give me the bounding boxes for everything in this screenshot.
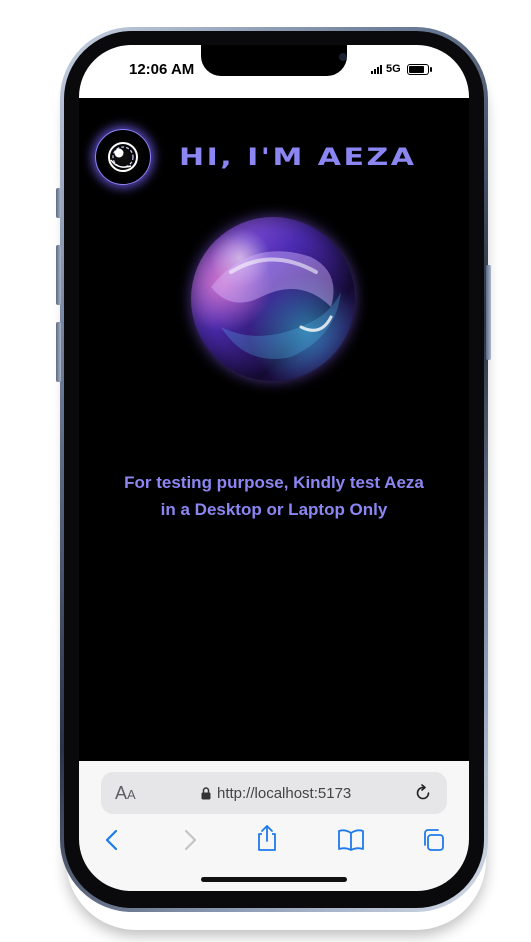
notch: [201, 45, 347, 76]
reload-icon[interactable]: [414, 784, 432, 807]
network-label: 5G: [386, 63, 401, 75]
status-time: 12:06 AM: [129, 61, 195, 78]
phone-screen: 12:06 AM 5G HI, I'M AEZA For testing pur…: [79, 45, 469, 891]
message-line-1: For testing purpose, Kindly test Aeza: [124, 473, 424, 492]
text-size-large: A: [115, 783, 128, 803]
tabs-icon[interactable]: [421, 828, 445, 857]
chevron-right-icon[interactable]: [181, 828, 199, 857]
share-icon[interactable]: [255, 824, 279, 857]
volume-down-button: [56, 322, 61, 382]
book-icon[interactable]: [337, 828, 365, 857]
text-size-button[interactable]: AA: [115, 783, 136, 804]
chevron-left-icon[interactable]: [103, 828, 121, 857]
address-bar[interactable]: AA http://localhost:5173: [101, 772, 447, 814]
home-indicator: [201, 877, 347, 882]
signal-icon: [371, 64, 382, 74]
status-bar: 12:06 AM 5G: [79, 45, 469, 98]
volume-up-button: [56, 245, 61, 305]
glass-orb: [191, 217, 355, 381]
battery-fill: [408, 65, 424, 73]
page-title: HI, I'M AEZA: [179, 143, 417, 171]
front-camera: [339, 53, 347, 61]
power-button: [486, 265, 491, 360]
browser-bar: AA http://localhost:5173: [79, 761, 469, 891]
silent-switch: [56, 188, 61, 218]
message-line-2: in a Desktop or Laptop Only: [160, 500, 388, 519]
eye-logo-icon[interactable]: [95, 129, 151, 185]
battery-icon: [406, 63, 432, 75]
url-text[interactable]: http://localhost:5173: [217, 785, 351, 802]
status-indicators: 5G: [371, 63, 432, 75]
device-warning-message: For testing purpose, Kindly test Aeza in…: [99, 469, 449, 523]
text-size-small: A: [127, 787, 136, 802]
lock-icon: [201, 787, 211, 805]
